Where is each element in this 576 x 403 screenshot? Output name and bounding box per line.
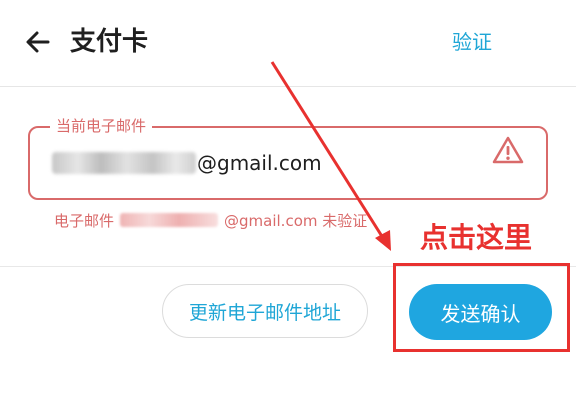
helper-suffix: @gmail.com 未验证 <box>224 211 368 230</box>
annotation-highlight-box <box>393 263 570 352</box>
update-email-button[interactable]: 更新电子邮件地址 <box>162 284 368 338</box>
back-button[interactable] <box>22 26 54 58</box>
verify-link[interactable]: 验证 <box>452 28 492 56</box>
header-divider <box>0 86 576 87</box>
page-title: 支付卡 <box>70 27 149 57</box>
warning-triangle-icon <box>492 136 524 164</box>
current-email-value: @gmail.com <box>52 148 322 178</box>
top-bar: 支付卡 验证 <box>0 0 576 86</box>
helper-prefix: 电子邮件 <box>54 211 115 230</box>
redacted-email-name <box>52 152 196 174</box>
email-domain: @gmail.com <box>197 151 322 175</box>
arrow-left-icon <box>26 31 50 53</box>
redacted-email-name-small <box>120 213 219 227</box>
current-email-field[interactable]: 当前电子邮件 @gmail.com <box>28 115 548 200</box>
email-unverified-message: 电子邮件 @gmail.com 未验证 <box>54 208 367 232</box>
current-email-label: 当前电子邮件 <box>50 115 153 137</box>
annotation-text: 点击这里 <box>420 221 533 254</box>
